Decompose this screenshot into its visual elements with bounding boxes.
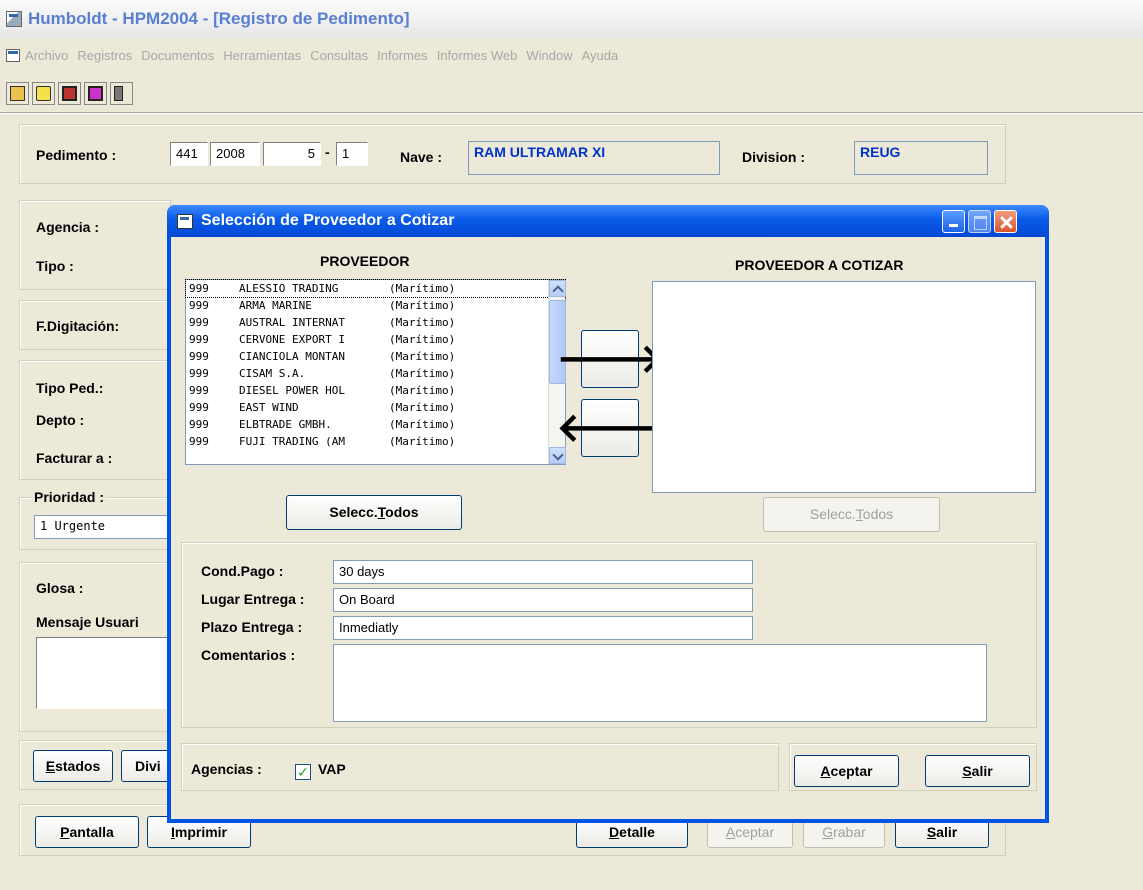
menu-informes[interactable]: Informes bbox=[377, 48, 428, 63]
estados-button[interactable]: Estados bbox=[33, 750, 113, 782]
division-label: Division : bbox=[742, 149, 806, 165]
menu-bar: Archivo Registros Documentos Herramienta… bbox=[0, 44, 1143, 66]
open-icon[interactable] bbox=[6, 82, 29, 105]
maximize-icon[interactable] bbox=[968, 210, 991, 233]
dialog-body: PROVEEDOR PROVEEDOR A COTIZAR 999 ALESSIO… bbox=[171, 237, 1045, 819]
nave-label: Nave : bbox=[400, 149, 443, 165]
list-item[interactable]: 999 CIANCIOLA MONTAN (Marítimo) bbox=[186, 348, 565, 365]
proveedor-header: PROVEEDOR bbox=[320, 253, 410, 269]
pedimento-year-field[interactable]: 2008 bbox=[210, 142, 260, 166]
scroll-up-icon[interactable] bbox=[549, 280, 566, 297]
dialog-salir-button[interactable]: Salir bbox=[925, 755, 1030, 787]
prioridad-label: Prioridad : bbox=[32, 489, 107, 505]
agencia-label: Agencia : bbox=[36, 219, 100, 235]
lugar-entrega-field[interactable]: On Board bbox=[333, 588, 753, 612]
division-field: REUG bbox=[854, 141, 988, 175]
mensaje-usuario-label: Mensaje Usuari bbox=[36, 614, 139, 630]
menu-registros[interactable]: Registros bbox=[77, 48, 132, 63]
list-item[interactable]: 999 ALESSIO TRADING (Marítimo) bbox=[185, 279, 566, 298]
menu-window[interactable]: Window bbox=[526, 48, 572, 63]
pantalla-button[interactable]: Pantalla bbox=[35, 816, 139, 848]
proveedor-a-cotizar-header: PROVEEDOR A COTIZAR bbox=[735, 257, 904, 273]
agencia-vap-label: VAP bbox=[318, 761, 346, 777]
list-item[interactable]: 999 CISAM S.A. (Marítimo) bbox=[186, 365, 565, 382]
menu-ayuda[interactable]: Ayuda bbox=[582, 48, 619, 63]
proveedor-a-cotizar-list[interactable] bbox=[652, 281, 1036, 493]
cond-pago-field[interactable]: 30 days bbox=[333, 560, 753, 584]
pedimento-suffix-field[interactable]: 1 bbox=[336, 142, 368, 166]
mensaje-usuario-field[interactable] bbox=[36, 637, 174, 709]
arrow-left-icon: 🡐 bbox=[556, 406, 664, 450]
arrow-right-icon: 🡒 bbox=[556, 337, 664, 381]
list-item[interactable]: 999 FUJI TRADING (AM (Marítimo) bbox=[186, 433, 565, 450]
plazo-entrega-label: Plazo Entrega : bbox=[201, 619, 303, 635]
document-menu-icon[interactable] bbox=[6, 48, 20, 62]
menu-consultas[interactable]: Consultas bbox=[310, 48, 368, 63]
menu-archivo[interactable]: Archivo bbox=[25, 48, 68, 63]
add-proveedor-button[interactable]: 🡒 bbox=[556, 330, 664, 388]
main-window-title: Humboldt - HPM2004 - [Registro de Pedime… bbox=[28, 9, 410, 28]
dialog-window-icon bbox=[177, 213, 193, 229]
dialog-title-bar: Selección de Proveedor a Cotizar bbox=[167, 205, 1049, 237]
plazo-entrega-field[interactable]: Inmediatly bbox=[333, 616, 753, 640]
remove-proveedor-button[interactable]: 🡐 bbox=[556, 399, 664, 457]
tipo-label: Tipo : bbox=[36, 258, 74, 274]
exit-door-icon[interactable] bbox=[110, 82, 133, 105]
depto-label: Depto : bbox=[36, 412, 85, 428]
list-item[interactable]: 999 ARMA MARINE (Marítimo) bbox=[186, 297, 565, 314]
comentarios-field[interactable] bbox=[333, 644, 987, 722]
pedimento-dash: - bbox=[325, 144, 330, 160]
list-item[interactable]: 999 ELBTRADE GMBH. (Marítimo) bbox=[186, 416, 565, 433]
fdigitacion-label: F.Digitación: bbox=[36, 318, 120, 334]
stop-icon[interactable] bbox=[84, 82, 107, 105]
menu-informes-web[interactable]: Informes Web bbox=[437, 48, 518, 63]
pedimento-number-field[interactable]: 441 bbox=[170, 142, 208, 166]
select-all-left-button[interactable]: Selecc.Todos bbox=[286, 495, 462, 530]
print-preview-icon[interactable] bbox=[32, 82, 55, 105]
agencia-vap-checkbox[interactable]: ✓ bbox=[295, 764, 311, 780]
lugar-entrega-label: Lugar Entrega : bbox=[201, 591, 305, 607]
pedimento-label: Pedimento : bbox=[36, 147, 117, 163]
agencia-group bbox=[19, 200, 171, 290]
minimize-icon[interactable] bbox=[942, 210, 965, 233]
save-icon[interactable] bbox=[58, 82, 81, 105]
comentarios-label: Comentarios : bbox=[201, 647, 296, 663]
seleccion-proveedor-dialog: Selección de Proveedor a Cotizar PROVEED… bbox=[167, 205, 1049, 823]
list-item[interactable]: 999 CERVONE EXPORT I (Marítimo) bbox=[186, 331, 565, 348]
close-icon[interactable] bbox=[994, 210, 1017, 233]
glosa-label: Glosa : bbox=[36, 580, 84, 596]
menu-herramientas[interactable]: Herramientas bbox=[223, 48, 301, 63]
menu-documentos[interactable]: Documentos bbox=[141, 48, 214, 63]
pedimento-seq-field[interactable]: 5 bbox=[263, 142, 321, 166]
agencias-label: Agencias : bbox=[191, 761, 262, 777]
facturar-label: Facturar a : bbox=[36, 450, 113, 466]
select-all-right-button[interactable]: Selecc.Todos bbox=[763, 497, 940, 532]
dialog-aceptar-button[interactable]: Aceptar bbox=[794, 755, 899, 787]
proveedor-list[interactable]: 999 ALESSIO TRADING (Marítimo) 999 ARMA MAR… bbox=[185, 279, 566, 465]
prioridad-select[interactable]: 1 Urgente bbox=[34, 515, 174, 539]
app-window-icon bbox=[6, 11, 22, 27]
tipo-ped-label: Tipo Ped.: bbox=[36, 380, 104, 396]
list-item[interactable]: 999 AUSTRAL INTERNAT (Marítimo) bbox=[186, 314, 565, 331]
agencias-group bbox=[181, 743, 779, 791]
toolbar-separator bbox=[0, 112, 1143, 114]
cond-pago-label: Cond.Pago : bbox=[201, 563, 284, 579]
nave-field: RAM ULTRAMAR XI bbox=[468, 141, 720, 175]
dialog-title: Selección de Proveedor a Cotizar bbox=[201, 212, 455, 229]
toolbar bbox=[6, 82, 136, 106]
list-item[interactable]: 999 DIESEL POWER HOL (Marítimo) bbox=[186, 382, 565, 399]
main-title-bar: Humboldt - HPM2004 - [Registro de Pedime… bbox=[0, 0, 1143, 38]
list-item[interactable]: 999 EAST WIND (Marítimo) bbox=[186, 399, 565, 416]
